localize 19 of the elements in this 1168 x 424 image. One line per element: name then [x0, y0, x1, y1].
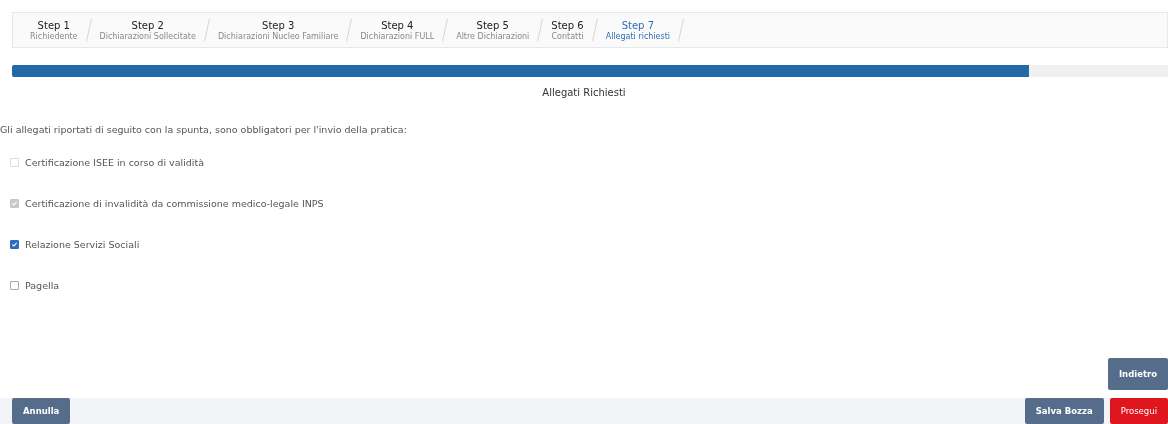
checkbox[interactable]	[10, 239, 19, 249]
step-tab[interactable]: Step 4 Dichiarazioni FULL	[353, 19, 442, 41]
checkbox-label: Certificazione di invalidità da commissione medico-legale INPS	[25, 197, 324, 209]
save-draft-button[interactable]: Salva Bozza	[1024, 398, 1104, 424]
step-tab[interactable]: Step 2 Dichiarazioni Sollecitate	[92, 19, 203, 41]
checkbox-label: Pagella	[25, 279, 60, 291]
cancel-button[interactable]: Annulla	[12, 398, 71, 424]
step-tab[interactable]: Step 7 Allegati richiesti	[598, 19, 678, 41]
section-title: Allegati Richiesti	[541, 87, 627, 98]
step-tab[interactable]: Step 5 Altre Dichiarazioni	[449, 19, 537, 41]
next-button[interactable]: Prosegui	[1109, 398, 1168, 424]
checkbox-label: Relazione Servizi Sociali	[25, 238, 140, 250]
step-tab[interactable]: Step 1 Richiedente	[23, 19, 85, 41]
step-tab[interactable]: Step 3 Dichiarazioni Nucleo Familiare	[210, 19, 346, 41]
intro-text: Gli allegati riportati di seguito con la spunta, sono obbligatori per l'invio della pratica:	[0, 124, 408, 135]
back-button[interactable]: Indietro	[1107, 358, 1168, 390]
step-tab[interactable]: Step 6 Contatti	[544, 19, 591, 41]
checkbox-label: Certificazione ISEE in corso di validità	[25, 156, 204, 168]
checkbox[interactable]	[10, 280, 19, 290]
